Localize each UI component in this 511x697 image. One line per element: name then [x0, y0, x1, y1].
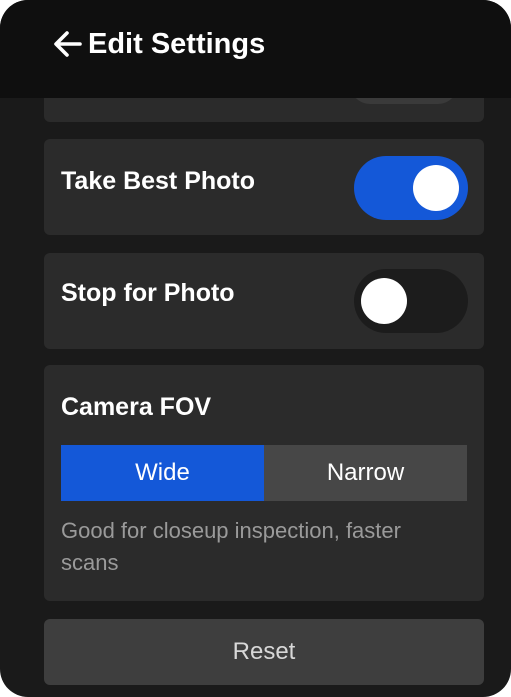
stop-for-photo-label: Stop for Photo [61, 279, 235, 307]
take-best-photo-row: Take Best Photo [44, 139, 484, 235]
take-best-photo-label: Take Best Photo [61, 167, 256, 195]
fov-option-narrow[interactable]: Narrow [264, 445, 467, 501]
settings-list: Take Best Photo Stop for Photo Camera FO… [0, 0, 511, 697]
camera-fov-card: Camera FOV Wide Narrow Good for closeup … [44, 365, 484, 601]
camera-fov-label: Camera FOV [61, 393, 212, 421]
toggle-knob [413, 165, 459, 211]
reset-button[interactable]: Reset [44, 619, 484, 685]
camera-fov-segmented-control: Wide Narrow [61, 445, 467, 501]
app-screen: Take Best Photo Stop for Photo Camera FO… [0, 0, 511, 697]
stop-for-photo-row: Stop for Photo [44, 253, 484, 349]
take-best-photo-toggle[interactable] [354, 156, 468, 220]
toggle-knob [361, 278, 407, 324]
arrow-left-icon[interactable] [50, 26, 86, 62]
stop-for-photo-toggle[interactable] [354, 269, 468, 333]
top-app-bar: Edit Settings [0, 0, 511, 98]
fov-option-wide[interactable]: Wide [61, 445, 264, 501]
camera-fov-description: Good for closeup inspection, faster scan… [61, 518, 401, 575]
page-title: Edit Settings [88, 28, 266, 60]
